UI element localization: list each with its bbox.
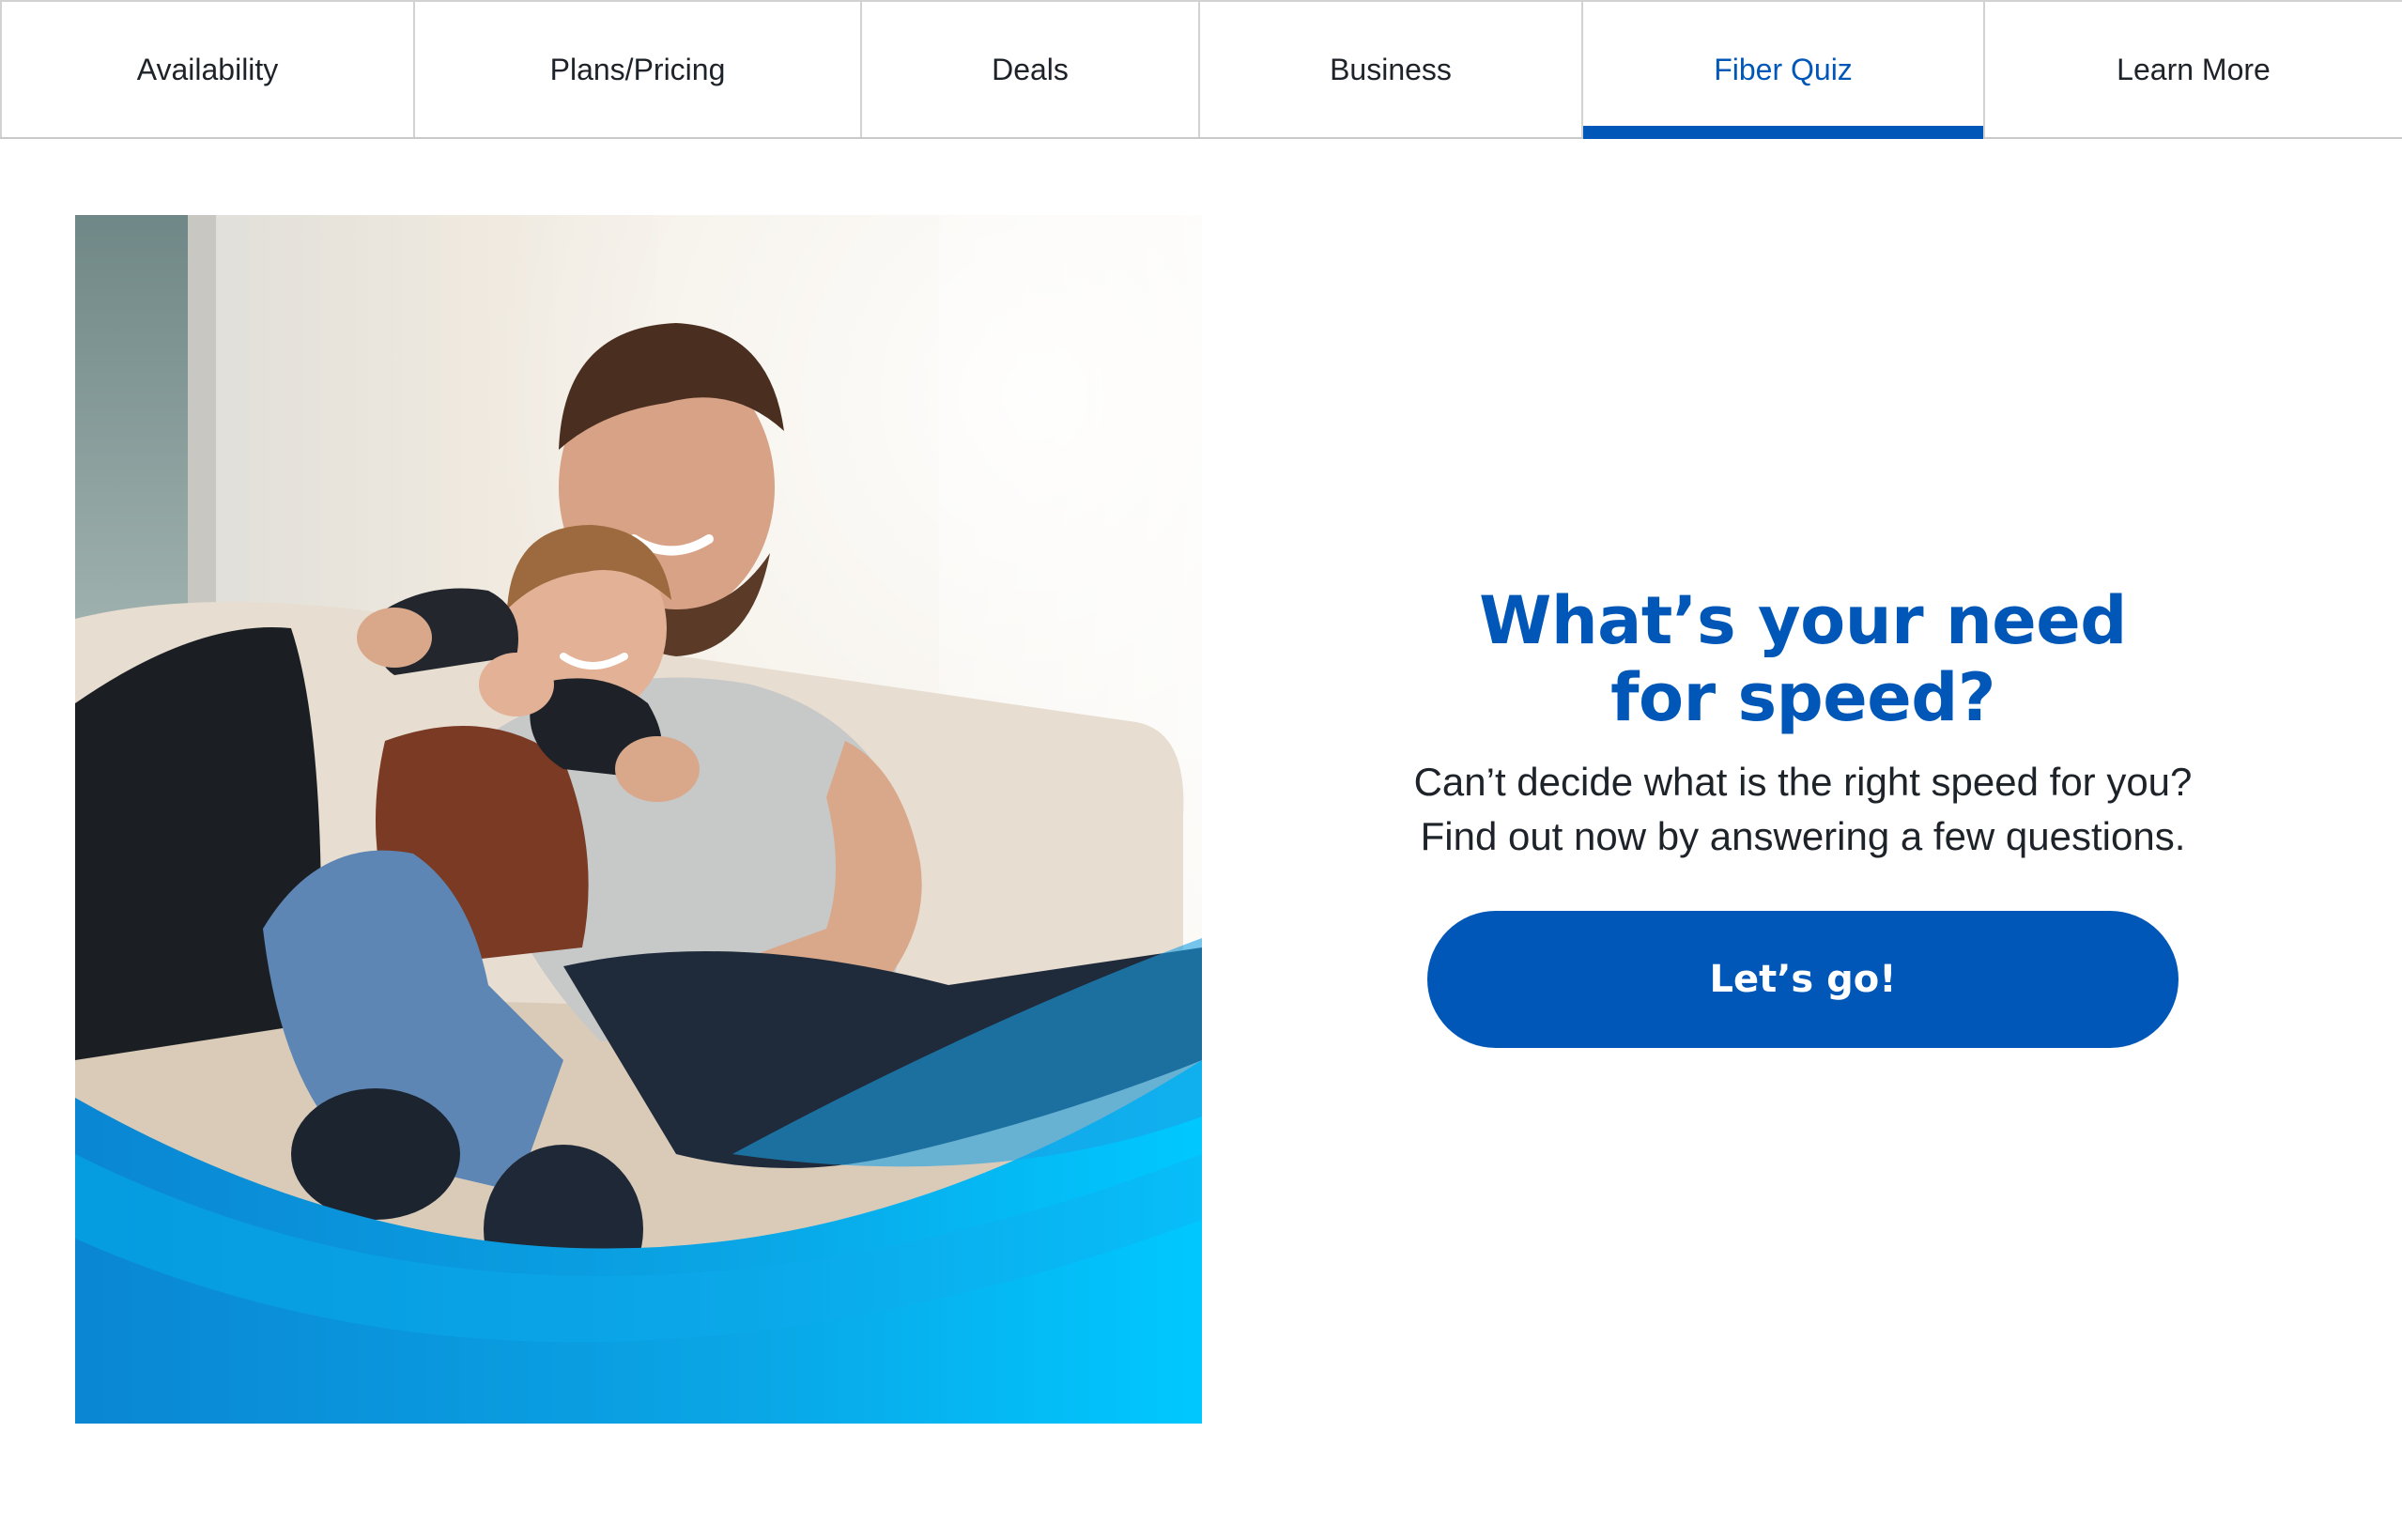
hero-image — [75, 215, 1202, 1424]
tab-fiber-quiz[interactable]: Fiber Quiz — [1583, 2, 1985, 139]
tab-plans-pricing[interactable]: Plans/Pricing — [415, 2, 862, 137]
promo-description-line-1: Can’t decide what is the right speed for… — [1413, 760, 2193, 804]
tab-business[interactable]: Business — [1200, 2, 1583, 137]
promo-headline-line-2: for speed? — [1610, 659, 1995, 736]
tab-availability[interactable]: Availability — [0, 2, 415, 137]
tab-learn-more[interactable]: Learn More — [1985, 2, 2402, 137]
tab-deals[interactable]: Deals — [862, 2, 1200, 137]
lets-go-button[interactable]: Let’s go! — [1427, 911, 2179, 1048]
promo-headline: What’s your need for speed? — [1315, 582, 2291, 736]
section-tab-nav: Availability Plans/Pricing Deals Busines… — [0, 0, 2402, 139]
hero-photo-illustration — [75, 215, 1202, 1424]
promo-headline-line-1: What’s your need — [1479, 582, 2127, 659]
fiber-quiz-promo: What’s your need for speed? Can’t decide… — [1315, 582, 2291, 1048]
promo-description-line-2: Find out now by answering a few question… — [1420, 814, 2186, 858]
promo-description: Can’t decide what is the right speed for… — [1315, 755, 2291, 864]
